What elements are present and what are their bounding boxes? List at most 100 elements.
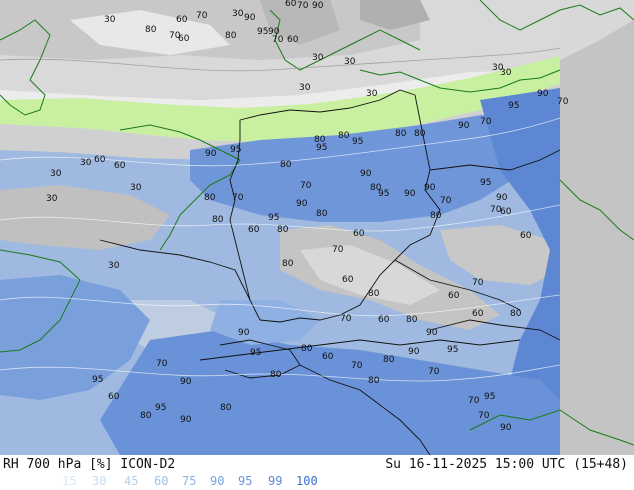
contour-label: 80 [277,225,289,235]
contour-label: 95 [230,145,241,155]
contour-label: 95 [378,189,389,199]
contour-label: 95 [447,345,458,355]
contour-label: 90 [205,149,217,159]
contour-label: 70 [472,278,484,288]
contour-label: 60 [114,161,126,171]
contour-label: 30 [312,53,324,63]
contour-label: 80 [414,129,426,139]
contour-label: 80 [282,259,294,269]
contour-label: 70 [300,181,312,191]
contour-label: 90 [426,328,438,338]
legend-value-45: 45 [124,474,139,488]
contour-label: 95 [92,375,103,385]
contour-label: 95 [268,213,279,223]
contour-label: 60 [108,392,120,402]
contour-label: 70 [478,411,490,421]
contour-label: 30 [500,68,512,78]
contour-label: 60 [342,275,354,285]
contour-label: 30 [344,57,356,67]
contour-label: 80 [395,129,407,139]
contour-label: 70 [557,97,569,107]
contour-label: 60 [322,352,334,362]
contour-label: 80 [316,209,328,219]
contour-label: 70 [232,193,244,203]
contour-label: 60 [378,315,390,325]
contour-label: 60 [287,35,299,45]
contour-label: 90 [360,169,372,179]
contour-label: 70 [156,359,168,369]
contour-label: 60 [176,15,188,25]
contour-label: 80 [280,160,292,170]
contour-label: 90 [408,347,420,357]
contour-label: 60 [94,155,106,165]
contour-label: 70 [480,117,492,127]
legend-value-100: 100 [296,474,318,488]
legend-value-30: 30 [92,474,107,488]
contour-label: 60 [178,34,190,44]
contour-label: 70 [297,1,309,11]
contour-label: 80 [338,131,350,141]
legend-value-75: 75 [182,474,197,488]
contour-label: 95 [480,178,491,188]
contour-label: 80 [510,309,522,319]
contour-label: 90 [180,415,192,425]
contour-label: 70 [468,396,480,406]
contour-label: 30 [104,15,116,25]
contour-label: 70 [440,196,452,206]
weather-map: 30 60 70 30 90 60 70 90 80 70 60 80 95 90 70 60 30 30 30 30… [0,0,634,455]
contour-label: 90 [180,377,192,387]
contour-label: 80 [204,193,216,203]
contour-label: 80 [140,411,152,421]
contour-label: 95 [316,143,327,153]
relative-humidity-map: 30 60 70 30 9060 70 90807060 80 95 9070 6030 303030… [0,0,634,455]
contour-label: 90 [312,1,324,11]
contour-label: 80 [220,403,232,413]
valid-time: Su 16-11-2025 15:00 UTC (15+48) [385,457,628,472]
contour-label: 70 [428,367,440,377]
legend-value-99: 99 [268,474,283,488]
contour-label: 90 [404,189,416,199]
contour-label: 70 [351,361,363,371]
contour-label: 90 [424,183,436,193]
contour-label: 90 [238,328,250,338]
contour-label: 90 [496,193,508,203]
contour-label: 80 [383,355,395,365]
contour-label: 95 [484,392,495,402]
contour-label: 30 [80,158,92,168]
legend-value-15: 15 [62,474,77,488]
contour-label: 80 [406,315,418,325]
contour-label: 70 [332,245,344,255]
contour-label: 60 [472,309,484,319]
contour-label: 30 [50,169,62,179]
contour-label: 95 [508,101,519,111]
contour-label: 30 [232,9,244,19]
contour-label: 60 [248,225,260,235]
legend-value-95: 95 [238,474,253,488]
contour-label: 95 [155,403,166,413]
contour-label: 80 [225,31,237,41]
contour-label: 90 [244,13,256,23]
contour-label: 95 [257,27,268,37]
contour-label: 60 [520,231,532,241]
contour-label: 60 [353,229,365,239]
contour-label: 90 [537,89,549,99]
contour-label: 80 [270,370,282,380]
map-footer: RH 700 hPa [%] ICON-D2 Su 16-11-2025 15:… [0,455,634,490]
contour-label: 95 [250,348,261,358]
contour-label: 90 [500,423,512,433]
contour-label: 80 [301,344,313,354]
contour-label: 30 [366,89,378,99]
contour-label: 80 [145,25,157,35]
contour-label: 80 [212,215,224,225]
contour-label: 30 [108,261,120,271]
contour-label: 30 [299,83,311,93]
out-of-domain-strip [560,0,634,455]
contour-label: 60 [285,0,297,9]
contour-label: 70 [340,314,352,324]
contour-label: 60 [500,207,512,217]
contour-label: 80 [368,376,380,386]
legend-value-90: 90 [210,474,225,488]
contour-label: 70 [272,35,284,45]
contour-label: 30 [130,183,142,193]
product-label: RH 700 hPa [%] ICON-D2 [3,457,176,472]
